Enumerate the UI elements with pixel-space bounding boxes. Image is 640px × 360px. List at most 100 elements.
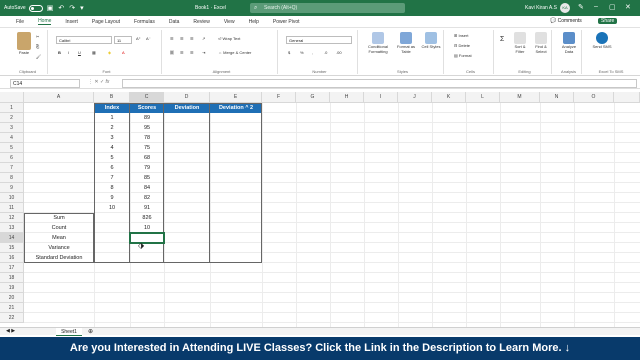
tab-power-pivot[interactable]: Power Pivot [273, 19, 300, 25]
col-header-c[interactable]: C [130, 92, 164, 103]
save-icon[interactable]: ▣ [47, 4, 54, 12]
tab-home[interactable]: Home [38, 18, 52, 25]
tab-help[interactable]: Help [249, 19, 259, 25]
share-button[interactable]: Share [598, 18, 618, 24]
currency-button[interactable]: $ [288, 50, 290, 55]
row-header[interactable]: 15 [0, 243, 24, 253]
row-header[interactable]: 3 [0, 123, 24, 133]
row-header[interactable]: 2 [0, 113, 24, 123]
user-name[interactable]: Kavi Kiran A.S [525, 5, 557, 11]
sort-filter-button[interactable]: Sort & Filter [510, 32, 530, 54]
wrap-text-button[interactable]: ⏎ Wrap Text [218, 36, 240, 41]
row-header[interactable]: 20 [0, 293, 24, 303]
tab-file[interactable]: File [16, 19, 24, 25]
row-header[interactable]: 10 [0, 193, 24, 203]
row-header[interactable]: 5 [0, 143, 24, 153]
paste-button[interactable]: Paste [14, 32, 34, 55]
cut-icon[interactable]: ✂ [36, 34, 39, 39]
worksheet-grid[interactable]: A B C D E F G H I J K L M N O 1234567891… [0, 92, 640, 327]
tab-page-layout[interactable]: Page Layout [92, 19, 120, 25]
font-name-select[interactable]: Calibri [56, 36, 112, 44]
row-header[interactable]: 18 [0, 273, 24, 283]
tab-review[interactable]: Review [193, 19, 209, 25]
number-format-select[interactable]: General [286, 36, 352, 44]
tab-view[interactable]: View [224, 19, 235, 25]
fx-icon[interactable]: fx [106, 79, 110, 85]
close-icon[interactable]: ✕ [625, 3, 631, 11]
col-header-e[interactable]: E [210, 92, 262, 103]
autosum-icon[interactable]: Σ [500, 36, 504, 43]
row-header[interactable]: 9 [0, 183, 24, 193]
col-header-l[interactable]: L [466, 92, 500, 103]
font-color-icon[interactable]: A [122, 50, 125, 55]
underline-button[interactable]: U [78, 50, 81, 55]
pen-icon[interactable]: ✎ [578, 3, 584, 11]
col-header-b[interactable]: B [94, 92, 130, 103]
col-header-o[interactable]: O [574, 92, 614, 103]
comma-button[interactable]: , [312, 50, 313, 55]
insert-cells-button[interactable]: ⊞ Insert [454, 33, 468, 38]
orientation-icon[interactable]: ↗ [202, 36, 205, 41]
col-header-g[interactable]: G [296, 92, 330, 103]
row-header[interactable]: 22 [0, 313, 24, 323]
tab-data[interactable]: Data [169, 19, 180, 25]
add-sheet-icon[interactable]: ⊕ [88, 328, 93, 335]
conditional-formatting-button[interactable]: Conditional Formatting [364, 32, 392, 54]
formula-input[interactable] [122, 79, 637, 88]
col-header-f[interactable]: F [262, 92, 296, 103]
borders-icon[interactable]: ▦ [92, 50, 96, 55]
name-box[interactable]: C14 [10, 79, 80, 88]
format-cells-button[interactable]: ▤ Format [454, 53, 472, 58]
cell-styles-button[interactable]: Cell Styles [420, 32, 442, 49]
copy-icon[interactable]: ⎘ [36, 44, 39, 49]
row-header[interactable]: 12 [0, 213, 24, 223]
comments-button[interactable]: 💬 Comments [550, 18, 582, 24]
increase-decimal-icon[interactable]: .0 [324, 50, 327, 55]
col-header-j[interactable]: J [398, 92, 432, 103]
align-top-icon[interactable]: ☰ [170, 36, 174, 41]
active-cell-c14[interactable] [129, 232, 165, 244]
fill-color-icon[interactable]: ◈ [108, 50, 111, 55]
tab-formulas[interactable]: Formulas [134, 19, 155, 25]
align-right-icon[interactable]: ☰ [190, 50, 194, 55]
merge-center-button[interactable]: ⇔ Merge & Center [218, 50, 251, 55]
align-middle-icon[interactable]: ☰ [180, 36, 184, 41]
italic-button[interactable]: I [68, 50, 69, 55]
maximize-icon[interactable]: ▢ [609, 3, 616, 11]
sheet-nav-icon[interactable]: ◀ ▶ [6, 328, 15, 334]
redo-icon[interactable]: ↷ [69, 4, 75, 12]
col-header-a[interactable]: A [24, 92, 94, 103]
delete-cells-button[interactable]: ⊟ Delete [454, 43, 470, 48]
row-header[interactable]: 11 [0, 203, 24, 213]
minimize-icon[interactable]: – [594, 3, 598, 10]
avatar[interactable]: KA [560, 3, 570, 13]
undo-icon[interactable]: ↶ [58, 4, 64, 12]
row-header[interactable]: 17 [0, 263, 24, 273]
send-sms-button[interactable]: Send SMS [590, 32, 614, 49]
analyze-data-button[interactable]: Analyze Data [558, 32, 580, 54]
row-header[interactable]: 4 [0, 133, 24, 143]
row-header[interactable]: 16 [0, 253, 24, 263]
font-size-select[interactable]: 11 [114, 36, 132, 44]
shrink-font-icon[interactable]: A⁻ [146, 36, 151, 41]
row-header[interactable]: 13 [0, 223, 24, 233]
col-header-i[interactable]: I [364, 92, 398, 103]
tab-insert[interactable]: Insert [65, 19, 78, 25]
row-header[interactable]: 6 [0, 153, 24, 163]
col-header-d[interactable]: D [164, 92, 210, 103]
select-all-corner[interactable] [0, 92, 24, 103]
row-header[interactable]: 14 [0, 233, 24, 243]
col-header-k[interactable]: K [432, 92, 466, 103]
decrease-decimal-icon[interactable]: .00 [336, 50, 342, 55]
format-as-table-button[interactable]: Format as Table [394, 32, 418, 54]
find-select-button[interactable]: Find & Select [531, 32, 551, 54]
percent-button[interactable]: % [300, 50, 304, 55]
align-left-icon[interactable]: ☰ [170, 50, 174, 55]
row-header[interactable]: 8 [0, 173, 24, 183]
col-header-n[interactable]: N [540, 92, 574, 103]
align-bottom-icon[interactable]: ☰ [190, 36, 194, 41]
bold-button[interactable]: B [58, 50, 61, 55]
customize-icon[interactable]: ▾ [80, 4, 84, 12]
row-header[interactable]: 7 [0, 163, 24, 173]
sheet-tab-sheet1[interactable]: Sheet1 [56, 328, 82, 336]
